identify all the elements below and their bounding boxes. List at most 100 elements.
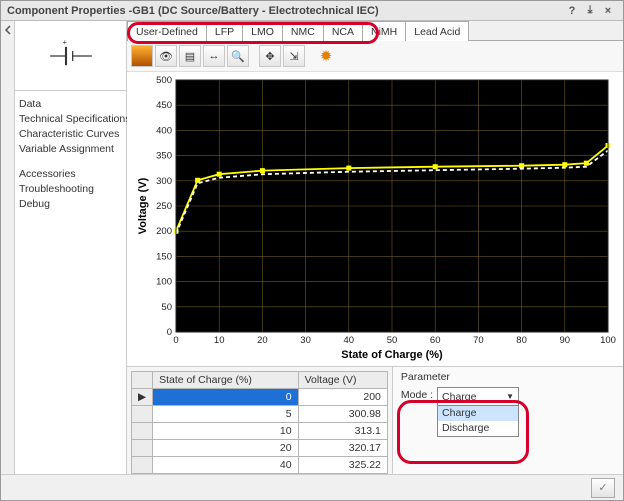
svg-text:70: 70 bbox=[473, 335, 484, 346]
nav-item-data[interactable]: Data bbox=[19, 97, 122, 112]
cell-voltage[interactable]: 325.22 bbox=[298, 457, 387, 474]
pan-icon[interactable]: ✥ bbox=[259, 45, 281, 67]
svg-text:90: 90 bbox=[560, 335, 571, 346]
table-row[interactable]: 5300.98 bbox=[132, 406, 388, 423]
cell-voltage[interactable]: 300.98 bbox=[298, 406, 387, 423]
mode-value: Charge bbox=[442, 391, 476, 403]
svg-text:250: 250 bbox=[156, 201, 172, 212]
row-marker bbox=[132, 423, 153, 440]
zoom-icon[interactable]: 🔍 bbox=[227, 45, 249, 67]
svg-text:450: 450 bbox=[156, 100, 172, 111]
mode-dropdown-list: Charge Discharge bbox=[438, 405, 518, 436]
svg-text:40: 40 bbox=[344, 335, 355, 346]
cell-soc[interactable]: 40 bbox=[153, 457, 298, 474]
svg-text:200: 200 bbox=[156, 226, 172, 237]
tab-nimh[interactable]: NiMH bbox=[362, 21, 406, 41]
sidebar: + Data Technical Specifications Characte… bbox=[15, 21, 127, 474]
nav-item-troubleshooting[interactable]: Troubleshooting bbox=[19, 182, 122, 197]
cell-voltage[interactable]: 320.17 bbox=[298, 440, 387, 457]
row-header-blank bbox=[132, 372, 153, 389]
svg-text:80: 80 bbox=[516, 335, 527, 346]
row-marker bbox=[132, 457, 153, 474]
svg-text:+: + bbox=[62, 37, 67, 46]
svg-text:350: 350 bbox=[156, 151, 172, 162]
table-row[interactable]: 10313.1 bbox=[132, 423, 388, 440]
cell-voltage[interactable]: 200 bbox=[298, 389, 387, 406]
eye-icon[interactable]: 👁 bbox=[155, 45, 177, 67]
fit-icon[interactable]: ↔ bbox=[203, 45, 225, 67]
pin-button[interactable]: ⤓ bbox=[581, 4, 599, 17]
gear-icon[interactable]: ✹ bbox=[315, 45, 337, 67]
close-button[interactable]: × bbox=[599, 5, 617, 17]
svg-text:State of Charge (%): State of Charge (%) bbox=[341, 349, 443, 361]
data-table[interactable]: State of Charge (%) Voltage (V) ▶0200530… bbox=[131, 371, 388, 474]
dialog-body: + Data Technical Specifications Characte… bbox=[1, 21, 623, 474]
dialog-footer: ✓ bbox=[1, 474, 623, 500]
export-icon[interactable]: ⇲ bbox=[283, 45, 305, 67]
titlebar: Component Properties -GB1 (DC Source/Bat… bbox=[1, 1, 623, 21]
expand-handle[interactable] bbox=[1, 21, 15, 474]
cell-voltage[interactable]: 313.1 bbox=[298, 423, 387, 440]
data-grid: State of Charge (%) Voltage (V) ▶0200530… bbox=[127, 367, 392, 474]
tab-nmc[interactable]: NMC bbox=[282, 21, 324, 41]
parameter-panel: Parameter Mode : Charge ▼ Charge Dischar… bbox=[392, 367, 623, 474]
mode-option-discharge[interactable]: Discharge bbox=[438, 421, 518, 436]
col-soc[interactable]: State of Charge (%) bbox=[153, 372, 298, 389]
svg-text:50: 50 bbox=[387, 335, 398, 346]
window-title: Component Properties -GB1 (DC Source/Bat… bbox=[7, 5, 379, 17]
nav-item-varassign[interactable]: Variable Assignment bbox=[19, 142, 122, 157]
lower-panel: State of Charge (%) Voltage (V) ▶0200530… bbox=[127, 366, 623, 474]
table-row[interactable]: ▶0200 bbox=[132, 389, 388, 406]
table-row[interactable]: 20320.17 bbox=[132, 440, 388, 457]
svg-text:500: 500 bbox=[156, 75, 172, 86]
battery-symbol-icon: + bbox=[46, 36, 96, 76]
chevron-left-icon bbox=[3, 25, 13, 35]
mode-combobox[interactable]: Charge ▼ Charge Discharge bbox=[437, 387, 519, 437]
mode-option-charge[interactable]: Charge bbox=[438, 406, 518, 421]
tab-lfp[interactable]: LFP bbox=[206, 21, 243, 41]
nav-item-accessories[interactable]: Accessories bbox=[19, 167, 122, 182]
row-marker bbox=[132, 406, 153, 423]
svg-text:0: 0 bbox=[173, 335, 178, 346]
svg-text:150: 150 bbox=[156, 251, 172, 262]
svg-text:0: 0 bbox=[167, 327, 172, 338]
tab-nca[interactable]: NCA bbox=[323, 21, 363, 41]
cell-soc[interactable]: 10 bbox=[153, 423, 298, 440]
chart-area: 0 10 20 30 40 50 60 70 80 90 100 0 50 100 150 200 250 300… bbox=[127, 72, 623, 366]
svg-text:400: 400 bbox=[156, 125, 172, 136]
nav-item-techspec[interactable]: Technical Specifications bbox=[19, 112, 122, 127]
chart-style-icon[interactable] bbox=[131, 45, 153, 67]
layers-icon[interactable]: ▤ bbox=[179, 45, 201, 67]
component-symbol: + bbox=[15, 21, 126, 91]
svg-text:60: 60 bbox=[430, 335, 441, 346]
row-marker: ▶ bbox=[132, 389, 153, 406]
battery-type-tabs: User-Defined LFP LMO NMC NCA NiMH Lead A… bbox=[127, 21, 623, 41]
cell-soc[interactable]: 5 bbox=[153, 406, 298, 423]
nav-list: Data Technical Specifications Characteri… bbox=[15, 91, 126, 218]
tab-user-defined[interactable]: User-Defined bbox=[127, 21, 207, 41]
voltage-soc-chart[interactable]: 0 10 20 30 40 50 60 70 80 90 100 0 50 100 150 200 250 300… bbox=[131, 74, 617, 364]
svg-text:20: 20 bbox=[257, 335, 268, 346]
svg-text:100: 100 bbox=[600, 335, 616, 346]
main-panel: User-Defined LFP LMO NMC NCA NiMH Lead A… bbox=[127, 21, 623, 474]
nav-item-curves[interactable]: Characteristic Curves bbox=[19, 127, 122, 142]
dialog-window: Component Properties -GB1 (DC Source/Bat… bbox=[0, 0, 624, 501]
col-voltage[interactable]: Voltage (V) bbox=[298, 372, 387, 389]
nav-item-debug[interactable]: Debug bbox=[19, 197, 122, 212]
row-marker bbox=[132, 440, 153, 457]
svg-text:30: 30 bbox=[300, 335, 311, 346]
cell-soc[interactable]: 20 bbox=[153, 440, 298, 457]
svg-text:300: 300 bbox=[156, 176, 172, 187]
svg-text:50: 50 bbox=[161, 302, 172, 313]
svg-text:10: 10 bbox=[214, 335, 225, 346]
cell-soc[interactable]: 0 bbox=[153, 389, 298, 406]
ok-button[interactable]: ✓ bbox=[591, 478, 615, 498]
help-button[interactable]: ? bbox=[563, 5, 581, 17]
param-group-label: Parameter bbox=[401, 371, 615, 383]
svg-text:100: 100 bbox=[156, 277, 172, 288]
check-icon: ✓ bbox=[598, 481, 607, 494]
table-row[interactable]: 40325.22 bbox=[132, 457, 388, 474]
tab-lead-acid[interactable]: Lead Acid bbox=[405, 21, 469, 41]
tab-lmo[interactable]: LMO bbox=[242, 21, 283, 41]
svg-text:Voltage (V): Voltage (V) bbox=[137, 177, 149, 234]
